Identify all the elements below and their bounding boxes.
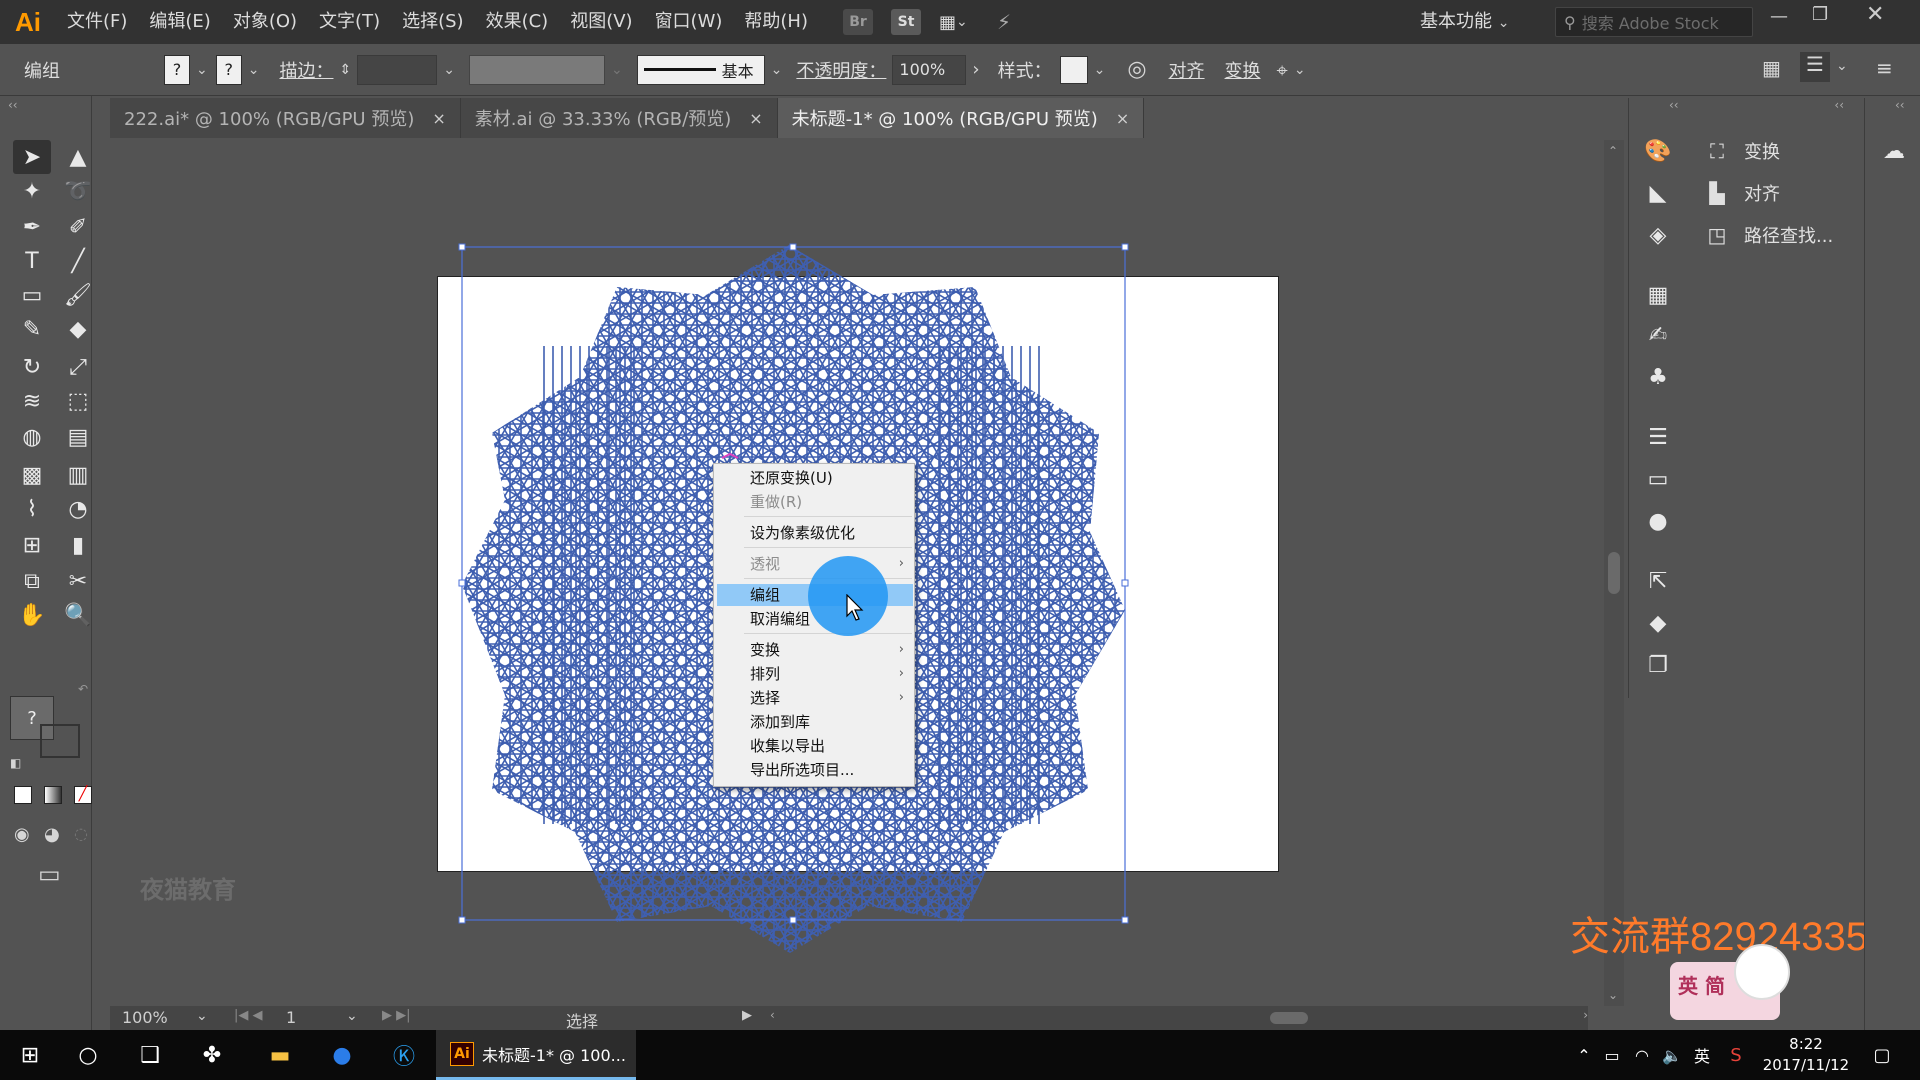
scroll-down-icon[interactable]: ⌄ bbox=[1608, 988, 1618, 1002]
transform-icon: ⛶ bbox=[1710, 139, 1724, 163]
status-menu-arrow-icon[interactable]: ▶ bbox=[742, 1008, 752, 1023]
expand-dock-icon[interactable]: ‹‹ bbox=[1669, 98, 1679, 112]
panel-transform[interactable]: ⛶ 变换 bbox=[1690, 130, 1860, 172]
asset-export-icon[interactable]: ⇱ bbox=[1639, 564, 1677, 598]
gradient-panel-icon[interactable]: ▭ bbox=[1639, 462, 1677, 496]
artboard-number[interactable]: 1 bbox=[286, 1008, 296, 1027]
k-app-icon[interactable]: Ⓚ bbox=[388, 1039, 420, 1071]
artboard-dropdown-icon[interactable]: ⌄ bbox=[346, 1008, 358, 1024]
collapse-panel-icon[interactable]: ‹‹ bbox=[1834, 98, 1844, 112]
zoom-level[interactable]: 100% bbox=[122, 1008, 168, 1027]
windows-taskbar: ⊞ ○ ❑ ✤ ▬ ● Ⓚ Ai 未标题-1* @ 100... ⌃ ▭ ◠ 🔈… bbox=[0, 1030, 1920, 1080]
menu-item-label: 变换 bbox=[750, 641, 781, 659]
taskbar-illustrator-button[interactable]: Ai 未标题-1* @ 100... bbox=[436, 1030, 636, 1080]
menu-item-label: 排列 bbox=[750, 665, 781, 683]
file-explorer-icon[interactable]: ▬ bbox=[264, 1039, 296, 1071]
vertical-scroll-thumb[interactable] bbox=[1608, 552, 1620, 594]
menu-item-transform[interactable]: 变换 › bbox=[714, 639, 914, 661]
panel-pathfinder[interactable]: ◳ 路径查找... bbox=[1690, 214, 1860, 256]
menu-item-redo: 重做(R) bbox=[750, 493, 803, 511]
menu-item-perspective: 透视 › bbox=[714, 553, 914, 575]
zoom-dropdown-icon[interactable]: ⌄ bbox=[196, 1008, 208, 1024]
sogou-ime-icon[interactable]: S bbox=[1720, 1039, 1752, 1071]
menu-item-undo-transform[interactable]: 还原变换(U) bbox=[714, 467, 914, 489]
pinwheel-app-icon[interactable]: ✤ bbox=[196, 1039, 228, 1071]
transparency-panel-icon[interactable]: ● bbox=[1639, 504, 1677, 538]
mascot-avatar bbox=[1734, 944, 1790, 1000]
swatches-icon[interactable]: ◈ bbox=[1639, 218, 1677, 252]
menu-item-label: 透视 bbox=[750, 555, 781, 573]
panel-label: 对齐 bbox=[1744, 184, 1780, 205]
brushes-panel-icon[interactable]: ✍ bbox=[1639, 318, 1677, 352]
first-artboard-icon[interactable]: |◀ ◀ bbox=[234, 1008, 263, 1023]
menu-item-collect-for-export[interactable]: 收集以导出 bbox=[714, 735, 914, 757]
taskbar-window-title: 未标题-1* @ 100... bbox=[482, 1045, 626, 1065]
battery-icon[interactable]: ▭ bbox=[1596, 1039, 1628, 1071]
menu-item-export-selection[interactable]: 导出所选项目... bbox=[714, 759, 914, 781]
pathfinder-icon: ◳ bbox=[1707, 223, 1727, 247]
expand-libraries-icon[interactable]: ‹‹ bbox=[1895, 98, 1905, 112]
scroll-left-icon[interactable]: ‹ bbox=[770, 1008, 775, 1022]
panel-align[interactable]: ▙ 对齐 bbox=[1690, 172, 1860, 214]
clock-time: 8:22 bbox=[1789, 1035, 1823, 1053]
layers-panel-icon[interactable]: ◆ bbox=[1639, 606, 1677, 640]
collapsed-panel-dock: ‹‹ 🎨 ◣ ◈ ▦ ✍ ♣ ☰ ▭ ● ⇱ ◆ ❐ bbox=[1628, 98, 1686, 698]
next-artboard-icon[interactable]: ▶ ▶| bbox=[382, 1008, 411, 1023]
context-menu: 还原变换(U) 重做(R) 设为像素级优化 透视 › 编组 取消编组 变换 › … bbox=[713, 463, 915, 787]
panel-label: 路径查找... bbox=[1744, 226, 1834, 247]
symbols-panel-icon[interactable]: ▦ bbox=[1639, 278, 1677, 312]
horizontal-scroll-thumb[interactable] bbox=[1270, 1012, 1308, 1024]
scroll-right-icon[interactable]: › bbox=[1583, 1008, 1588, 1022]
cortana-search-icon[interactable]: ○ bbox=[72, 1039, 104, 1071]
submenu-arrow-icon: › bbox=[898, 666, 904, 681]
volume-icon[interactable]: 🔈 bbox=[1656, 1039, 1688, 1071]
color-panel-icon[interactable]: 🎨 bbox=[1639, 134, 1677, 168]
menu-item-add-to-library[interactable]: 添加到库 bbox=[714, 711, 914, 733]
action-center-icon[interactable]: ▢ bbox=[1866, 1039, 1898, 1071]
status-bar: 100% ⌄ |◀ ◀ 1 ⌄ ▶ ▶| 选择 ▶ ‹ › bbox=[110, 1006, 1588, 1031]
stroke-panel-icon[interactable]: ☰ bbox=[1639, 420, 1677, 454]
menu-separator bbox=[744, 516, 912, 517]
align-icon: ▙ bbox=[1709, 181, 1725, 205]
illustrator-app-icon: Ai bbox=[450, 1041, 474, 1066]
libraries-dock: ‹‹ ☁ bbox=[1864, 98, 1920, 1030]
watermark-text: 夜猫教育 bbox=[140, 876, 236, 904]
taskbar-clock[interactable]: 8:22 2017/11/12 bbox=[1756, 1034, 1856, 1076]
ime-badge-text: 英 简 bbox=[1678, 974, 1725, 998]
scroll-up-icon[interactable]: ⌃ bbox=[1608, 144, 1618, 158]
submenu-arrow-icon: › bbox=[898, 690, 904, 705]
task-view-icon[interactable]: ❑ bbox=[134, 1039, 166, 1071]
menu-item-label: 选择 bbox=[750, 689, 781, 707]
horizontal-scrollbar[interactable]: ‹ › bbox=[770, 1008, 1588, 1026]
color-guide-icon[interactable]: ◣ bbox=[1639, 176, 1677, 210]
menu-item-select[interactable]: 选择 › bbox=[714, 687, 914, 709]
vertical-scrollbar[interactable]: ⌃ ⌄ bbox=[1604, 140, 1624, 1006]
artboards-panel-icon[interactable]: ❐ bbox=[1639, 648, 1677, 682]
panel-label: 变换 bbox=[1744, 142, 1780, 163]
tool-status-text: 选择 bbox=[566, 1012, 599, 1031]
clock-date: 2017/11/12 bbox=[1762, 1056, 1850, 1074]
expanded-panel-list: ‹‹ ⛶ 变换 ▙ 对齐 ◳ 路径查找... bbox=[1690, 98, 1860, 258]
symbol-club-icon[interactable]: ♣ bbox=[1639, 360, 1677, 394]
submenu-arrow-icon: › bbox=[898, 556, 904, 571]
mouse-cursor-icon bbox=[846, 594, 864, 621]
ime-language-indicator[interactable]: 英 bbox=[1686, 1039, 1718, 1071]
windows-start-icon[interactable]: ⊞ bbox=[14, 1039, 46, 1071]
submenu-arrow-icon: › bbox=[898, 642, 904, 657]
menu-item-pixel-optimize[interactable]: 设为像素级优化 bbox=[714, 522, 914, 544]
cc-libraries-icon[interactable]: ☁ bbox=[1875, 134, 1913, 168]
browser-app-icon[interactable]: ● bbox=[326, 1039, 358, 1071]
promo-text: 交流群829243350 bbox=[1570, 915, 1891, 959]
network-icon[interactable]: ◠ bbox=[1626, 1039, 1658, 1071]
menu-item-arrange[interactable]: 排列 › bbox=[714, 663, 914, 685]
menu-separator bbox=[744, 633, 912, 634]
menu-separator bbox=[744, 547, 912, 548]
